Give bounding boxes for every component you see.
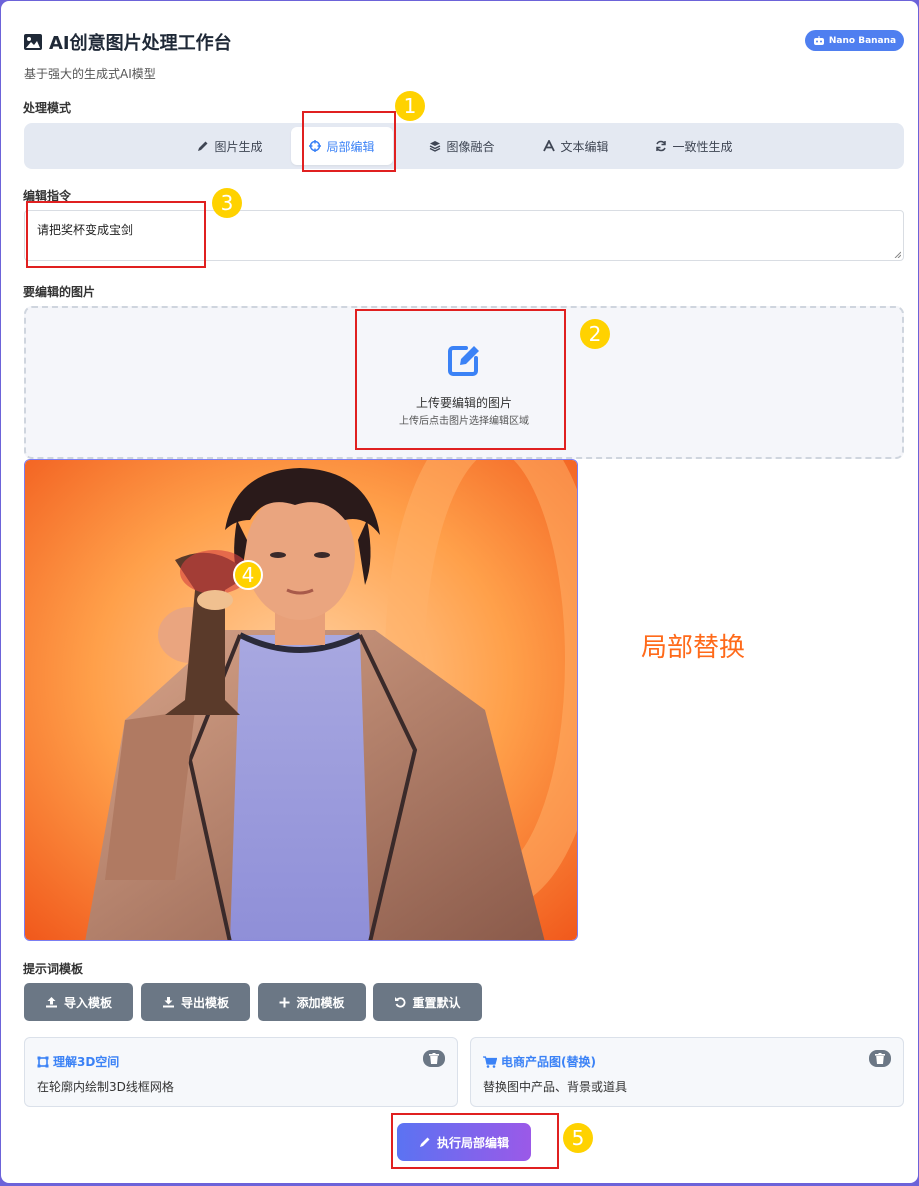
- tab-label: 图片生成: [214, 139, 263, 154]
- page-subtitle: 基于强大的生成式AI模型: [24, 67, 156, 81]
- trash-icon: [875, 1053, 885, 1064]
- tab-label: 文本编辑: [560, 139, 609, 154]
- button-label: 导入模板: [63, 995, 112, 1010]
- upload-label: 要编辑的图片: [23, 285, 96, 299]
- template-title: 理解3D空间: [37, 1053, 119, 1070]
- button-label: 重置默认: [412, 995, 461, 1010]
- robot-icon: [813, 35, 824, 45]
- template-card-ecommerce[interactable]: 电商产品图(替换) 替换图中产品、背景或道具: [470, 1037, 904, 1107]
- tab-image-generate[interactable]: 图片生成: [184, 127, 276, 165]
- annotation-box-1: [302, 111, 396, 172]
- font-icon: [543, 140, 556, 152]
- model-badge: Nano Banana: [805, 30, 904, 51]
- annotation-marker-1: 1: [395, 91, 425, 121]
- download-icon: [162, 997, 174, 1008]
- uploaded-image[interactable]: [24, 459, 578, 941]
- workspace-card: AI创意图片处理工作台 基于强大的生成式AI模型 Nano Banana 处理模…: [1, 1, 918, 1183]
- mode-label: 处理模式: [23, 101, 72, 115]
- undo-icon: [395, 997, 406, 1008]
- annotation-marker-4: 4: [233, 560, 263, 590]
- button-label: 添加模板: [296, 995, 345, 1010]
- upload-icon: [45, 997, 57, 1008]
- layers-icon: [430, 141, 441, 152]
- cube-icon: [37, 1056, 49, 1067]
- export-template-button[interactable]: 导出模板: [141, 983, 250, 1021]
- tab-label: 一致性生成: [672, 139, 733, 154]
- annotation-box-3: [26, 201, 206, 268]
- trash-icon: [429, 1053, 439, 1064]
- image-icon: [24, 34, 42, 50]
- add-template-button[interactable]: 添加模板: [258, 983, 366, 1021]
- template-title: 电商产品图(替换): [483, 1053, 596, 1070]
- plus-icon: [279, 997, 290, 1007]
- tab-consistency[interactable]: 一致性生成: [644, 127, 744, 165]
- badge-label: Nano Banana: [828, 35, 897, 46]
- page-title: AI创意图片处理工作台: [49, 33, 232, 54]
- pencil-icon: [198, 141, 208, 151]
- delete-template-button[interactable]: [423, 1050, 445, 1067]
- template-desc: 在轮廓内绘制3D线框网格: [37, 1080, 174, 1094]
- sync-icon: [656, 140, 667, 152]
- import-template-button[interactable]: 导入模板: [24, 983, 133, 1021]
- reset-default-button[interactable]: 重置默认: [373, 983, 482, 1021]
- mode-tabs: 图片生成 局部编辑 图像融合 文本编辑 一致性生成: [24, 123, 904, 169]
- annotation-box-5: [391, 1113, 559, 1169]
- annotation-box-2: [355, 309, 566, 450]
- cart-icon: [483, 1055, 497, 1068]
- delete-template-button[interactable]: [869, 1050, 891, 1067]
- template-desc: 替换图中产品、背景或道具: [483, 1080, 628, 1094]
- tab-image-fusion[interactable]: 图像融合: [416, 127, 508, 165]
- annotation-marker-2: 2: [580, 319, 610, 349]
- header: AI创意图片处理工作台: [23, 29, 232, 55]
- annotation-marker-3: 3: [212, 188, 242, 218]
- button-label: 导出模板: [180, 995, 229, 1010]
- tab-label: 图像融合: [446, 139, 495, 154]
- annotation-marker-5: 5: [563, 1123, 593, 1153]
- tab-text-edit[interactable]: 文本编辑: [530, 127, 622, 165]
- template-card-3d[interactable]: 理解3D空间 在轮廓内绘制3D线框网格: [24, 1037, 458, 1107]
- resize-grip-icon[interactable]: [893, 250, 901, 258]
- annotation-side-text: 局部替换: [641, 633, 746, 663]
- templates-label: 提示词模板: [23, 962, 84, 976]
